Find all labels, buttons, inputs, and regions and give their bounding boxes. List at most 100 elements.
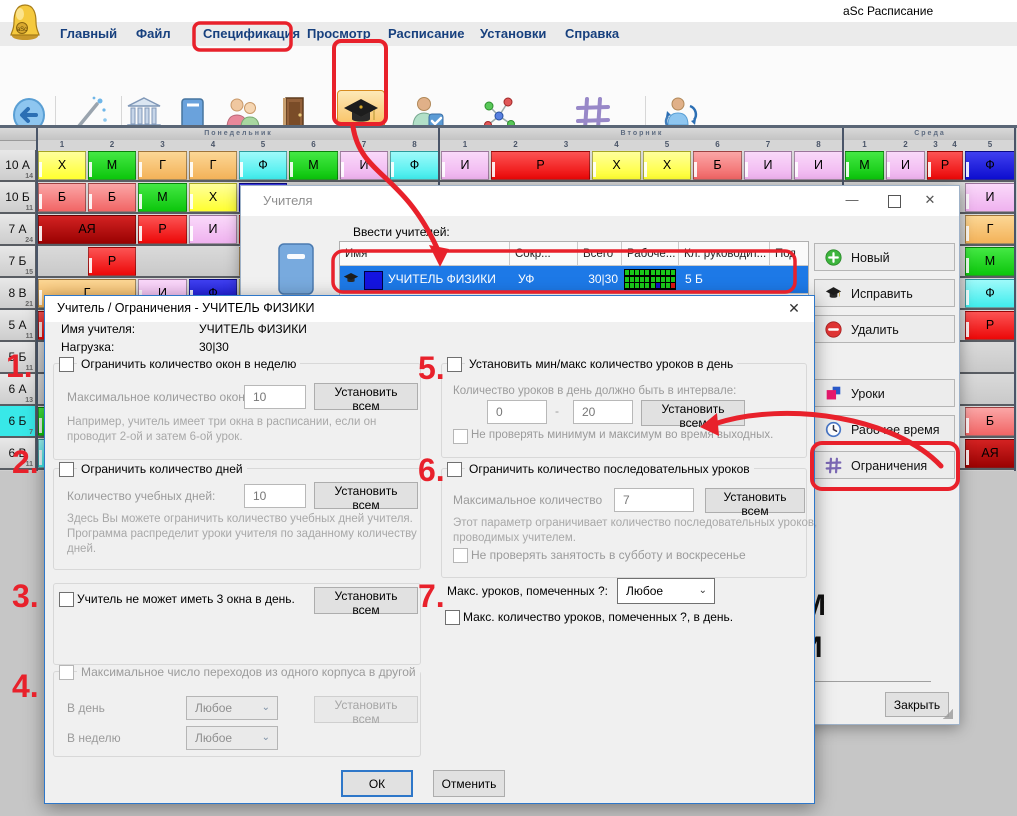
timetable-cell[interactable]: И bbox=[965, 183, 1015, 212]
max-marked-per-day-checkbox[interactable] bbox=[445, 610, 460, 625]
max-lessons-input[interactable]: 20 bbox=[573, 400, 633, 424]
timetable-cell[interactable]: Р bbox=[138, 215, 187, 244]
timetable-cell[interactable]: М bbox=[965, 247, 1015, 276]
set-all-button[interactable]: Установить всем bbox=[314, 482, 418, 509]
menu-spravka[interactable]: Справка bbox=[565, 26, 619, 41]
edit-teacher-button[interactable]: Исправить bbox=[814, 279, 955, 307]
timetable-cell[interactable]: Р bbox=[927, 151, 963, 180]
col-header-approval[interactable]: Под bbox=[770, 242, 808, 266]
timetable-cell[interactable]: Г bbox=[965, 215, 1015, 244]
timetable-cell[interactable]: М bbox=[88, 151, 136, 180]
set-all-button[interactable]: Установить всем bbox=[705, 488, 805, 513]
new-teacher-button[interactable]: Новый bbox=[814, 243, 955, 271]
row-header-5Б[interactable]: 5 Б11 bbox=[0, 342, 37, 372]
menu-fail[interactable]: Файл bbox=[136, 26, 171, 41]
timetable-cell[interactable]: М bbox=[289, 151, 338, 180]
min-max-lessons-checkbox[interactable] bbox=[447, 357, 462, 372]
lessons-button[interactable]: Уроки bbox=[814, 379, 955, 407]
set-all-button[interactable]: Установить всем bbox=[641, 400, 745, 426]
dialog-titlebar[interactable]: Учитель / Ограничения - УЧИТЕЛЬ ФИЗИКИ ✕ bbox=[45, 296, 814, 322]
timetable-cell[interactable]: Р bbox=[965, 311, 1015, 340]
row-header-5А[interactable]: 5 А11 bbox=[0, 310, 37, 340]
timetable-cell[interactable]: Ф bbox=[965, 151, 1015, 180]
minimize-icon[interactable]: — bbox=[837, 192, 867, 207]
menu-ustanovki[interactable]: Установки bbox=[480, 26, 546, 41]
min-lessons-input[interactable]: 0 bbox=[487, 400, 547, 424]
max-marked-select[interactable]: Любое⌄ bbox=[617, 578, 715, 604]
timetable-cell[interactable]: АЯ bbox=[965, 439, 1015, 468]
maximize-icon[interactable] bbox=[888, 195, 901, 208]
row-header-6Б[interactable]: 6 Б7 bbox=[0, 406, 37, 436]
timetable-cell[interactable]: Х bbox=[592, 151, 641, 180]
max-windows-input[interactable]: 10 bbox=[244, 385, 306, 409]
max-consecutive-input[interactable]: 7 bbox=[614, 488, 694, 512]
timetable-cell[interactable]: Б bbox=[693, 151, 742, 180]
no-3-windows-checkbox[interactable] bbox=[59, 592, 74, 607]
set-all-button[interactable]: Установить всем bbox=[314, 383, 418, 410]
menu-glavny[interactable]: Главный bbox=[60, 26, 117, 41]
timetable-cell[interactable]: Б bbox=[88, 183, 136, 212]
timetable-cell[interactable]: Б bbox=[38, 183, 86, 212]
skip-weekend-busy-checkbox[interactable] bbox=[453, 548, 468, 563]
row-header-6А[interactable]: 6 А13 bbox=[0, 374, 37, 404]
limit-windows-week-checkbox[interactable] bbox=[59, 357, 74, 372]
timetable-cell[interactable]: Р bbox=[491, 151, 590, 180]
timetable-cell[interactable]: М bbox=[845, 151, 884, 180]
timetable-cell[interactable]: Р bbox=[88, 247, 136, 276]
worktime-slot bbox=[656, 283, 660, 288]
row-header-10А[interactable]: 10 А14 bbox=[0, 150, 37, 180]
hint-text: Этот параметр ограничивает количество по… bbox=[453, 517, 817, 529]
close-button[interactable]: Закрыть bbox=[885, 692, 949, 717]
day-separator bbox=[36, 128, 38, 471]
teacher-row-selected[interactable]: УЧИТЕЛЬ ФИЗИКИ УФ 30|30 5 Б bbox=[340, 266, 808, 293]
cancel-button[interactable]: Отменить bbox=[433, 770, 505, 797]
close-icon[interactable]: ✕ bbox=[915, 192, 945, 208]
constraints-button[interactable]: Ограничения bbox=[814, 451, 955, 479]
row-header-7Б[interactable]: 7 Б15 bbox=[0, 246, 37, 276]
teachers-window-titlebar[interactable]: Учителя — ✕ bbox=[241, 186, 959, 216]
timetable-cell[interactable]: И bbox=[340, 151, 388, 180]
row-header-7А[interactable]: 7 А24 bbox=[0, 214, 37, 244]
timetable-cell[interactable]: АЯ bbox=[38, 215, 136, 244]
per-day-select[interactable]: Любое⌄ bbox=[186, 696, 278, 720]
ok-button[interactable]: ОК bbox=[341, 770, 413, 797]
col-header-name[interactable]: Имя bbox=[340, 242, 510, 266]
limit-consecutive-checkbox[interactable] bbox=[447, 462, 462, 477]
timetable-cell[interactable]: Х bbox=[189, 183, 237, 212]
col-header-homeroom[interactable]: Кл. руководит... bbox=[679, 242, 770, 266]
menu-spetsifikatsiya[interactable]: Спецификация bbox=[203, 26, 300, 41]
max-building-transfers-checkbox[interactable] bbox=[59, 665, 74, 680]
set-all-button[interactable]: Установить всем bbox=[314, 587, 418, 614]
timetable-cell[interactable]: И bbox=[794, 151, 843, 180]
set-all-button[interactable]: Установить всем bbox=[314, 696, 418, 723]
menu-raspisanie[interactable]: Расписание bbox=[388, 26, 465, 41]
col-header-total[interactable]: Всего bbox=[578, 242, 622, 266]
skip-weekend-minmax-checkbox[interactable] bbox=[453, 429, 468, 444]
worktime-button[interactable]: Рабочее время bbox=[814, 415, 955, 443]
timetable-cell[interactable]: Г bbox=[189, 151, 237, 180]
col-header-abbr[interactable]: Сокр... bbox=[510, 242, 578, 266]
close-icon[interactable]: ✕ bbox=[784, 300, 804, 317]
timetable-cell[interactable]: И bbox=[886, 151, 925, 180]
timetable-cell[interactable]: Г bbox=[138, 151, 187, 180]
timetable-cell[interactable]: М bbox=[138, 183, 187, 212]
timetable-cell[interactable]: Ф bbox=[239, 151, 287, 180]
timetable-cell[interactable]: Ф bbox=[965, 279, 1015, 308]
timetable-cell[interactable]: Ф bbox=[390, 151, 439, 180]
limit-days-checkbox[interactable] bbox=[59, 462, 74, 477]
timetable-cell[interactable]: Б bbox=[965, 407, 1015, 436]
row-header-10Б[interactable]: 10 Б11 bbox=[0, 182, 37, 212]
timetable-cell[interactable]: И bbox=[189, 215, 237, 244]
menu-prosmotr[interactable]: Просмотр bbox=[307, 26, 371, 41]
timetable-cell[interactable]: Х bbox=[643, 151, 691, 180]
row-header-6В[interactable]: 6 В11 bbox=[0, 438, 37, 468]
col-header-worktime[interactable]: Рабоче... bbox=[622, 242, 679, 266]
row-header-8В[interactable]: 8 В21 bbox=[0, 278, 37, 308]
delete-teacher-button[interactable]: Удалить bbox=[814, 315, 955, 343]
timetable-cell[interactable]: И bbox=[744, 151, 792, 180]
resize-grip[interactable] bbox=[943, 709, 953, 719]
per-week-select[interactable]: Любое⌄ bbox=[186, 726, 278, 750]
timetable-cell[interactable]: И bbox=[441, 151, 489, 180]
timetable-cell[interactable]: Х bbox=[38, 151, 86, 180]
school-days-input[interactable]: 10 bbox=[244, 484, 306, 508]
